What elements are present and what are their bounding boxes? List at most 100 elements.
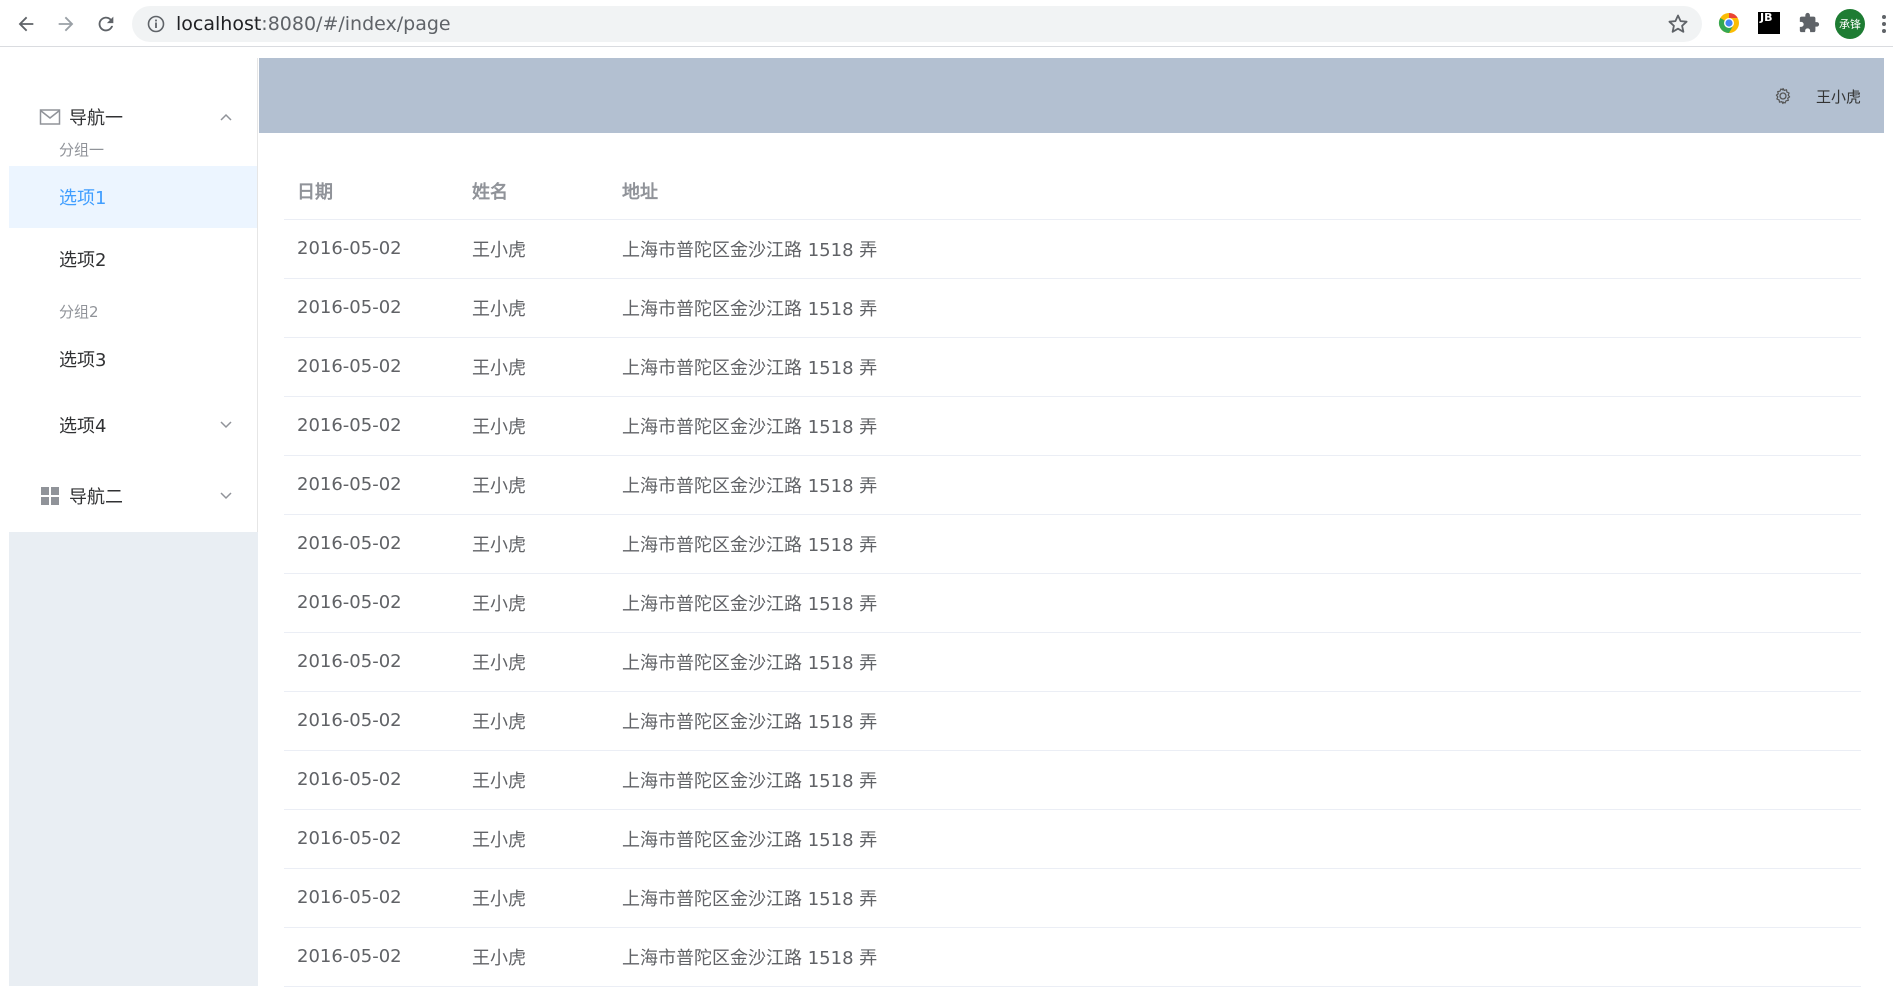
submenu-nav1[interactable]: 导航一 bbox=[9, 82, 257, 152]
submenu-nav2[interactable]: 导航二 bbox=[9, 461, 257, 531]
chevron-down-icon bbox=[220, 421, 232, 429]
menu-item-option1[interactable]: 选项1 bbox=[9, 166, 257, 228]
url-host: localhost bbox=[176, 13, 262, 35]
table-row: 2016-05-02 王小虎 上海市普陀区金沙江路 1518 弄 bbox=[284, 278, 1861, 338]
table-row: 2016-05-02 王小虎 上海市普陀区金沙江路 1518 弄 bbox=[284, 514, 1861, 574]
cell-address: 上海市普陀区金沙江路 1518 弄 bbox=[609, 514, 1861, 574]
cell-address: 上海市普陀区金沙江路 1518 弄 bbox=[609, 455, 1861, 515]
cell-date: 2016-05-02 bbox=[284, 632, 459, 692]
app-header: 王小虎 bbox=[259, 58, 1884, 133]
forward-button[interactable] bbox=[50, 8, 82, 40]
table-row: 2016-05-02 王小虎 上海市普陀区金沙江路 1518 弄 bbox=[284, 455, 1861, 515]
star-icon[interactable] bbox=[1666, 12, 1690, 36]
cell-date: 2016-05-02 bbox=[284, 750, 459, 810]
table-row: 2016-05-02 王小虎 上海市普陀区金沙江路 1518 弄 bbox=[284, 691, 1861, 751]
table-row: 2016-05-02 王小虎 上海市普陀区金沙江路 1518 弄 bbox=[284, 868, 1861, 928]
cell-address: 上海市普陀区金沙江路 1518 弄 bbox=[609, 573, 1861, 633]
chrome-extension-button[interactable] bbox=[1716, 10, 1742, 36]
column-header-date: 日期 bbox=[284, 163, 459, 220]
browser-toolbar: localhost:8080/#/index/page JB 承锋 bbox=[0, 0, 1893, 47]
cell-name: 王小虎 bbox=[459, 396, 609, 456]
more-vert-icon[interactable] bbox=[1880, 12, 1888, 36]
cell-date: 2016-05-02 bbox=[284, 868, 459, 928]
cell-address: 上海市普陀区金沙江路 1518 弄 bbox=[609, 691, 1861, 751]
cell-address: 上海市普陀区金沙江路 1518 弄 bbox=[609, 337, 1861, 397]
profile-avatar[interactable]: 承锋 bbox=[1835, 9, 1865, 39]
reload-icon bbox=[98, 16, 114, 32]
jetbrains-icon: JB bbox=[1758, 12, 1780, 34]
submenu-option4-label: 选项4 bbox=[59, 416, 107, 437]
table-row: 2016-05-02 王小虎 上海市普陀区金沙江路 1518 弄 bbox=[284, 573, 1861, 633]
arrow-right-icon bbox=[58, 16, 74, 32]
chevron-down-icon bbox=[220, 492, 232, 500]
group-title-2: 分组2 bbox=[59, 303, 99, 321]
reload-button[interactable] bbox=[90, 8, 122, 40]
cell-date: 2016-05-02 bbox=[284, 396, 459, 456]
puzzle-icon bbox=[1799, 12, 1820, 33]
cell-name: 王小虎 bbox=[459, 809, 609, 869]
submenu-nav1-label: 导航一 bbox=[69, 108, 123, 129]
chromium-icon bbox=[1718, 12, 1739, 34]
cell-name: 王小虎 bbox=[459, 632, 609, 692]
table-row: 2016-05-02 王小虎 上海市普陀区金沙江路 1518 弄 bbox=[284, 396, 1861, 456]
cell-address: 上海市普陀区金沙江路 1518 弄 bbox=[609, 278, 1861, 338]
cell-date: 2016-05-02 bbox=[284, 219, 459, 279]
url-path: :8080/#/index/page bbox=[261, 13, 451, 35]
table-row: 2016-05-02 王小虎 上海市普陀区金沙江路 1518 弄 bbox=[284, 219, 1861, 279]
cell-name: 王小虎 bbox=[459, 927, 609, 987]
cell-name: 王小虎 bbox=[459, 278, 609, 338]
setting-icon[interactable] bbox=[1773, 86, 1793, 106]
data-table: 日期 姓名 地址 2016-05-02 王小虎 上海市普陀区金沙江路 1518 弄 … bbox=[284, 163, 1861, 987]
cell-date: 2016-05-02 bbox=[284, 455, 459, 515]
menu-item-option3[interactable]: 选项3 bbox=[9, 328, 257, 390]
cell-date: 2016-05-02 bbox=[284, 573, 459, 633]
column-header-address: 地址 bbox=[609, 163, 1861, 220]
sidebar: 导航一 分组一 选项1 选项2 分组2 选项3 选项4 导航二 bbox=[9, 58, 258, 986]
table-row: 2016-05-02 王小虎 上海市普陀区金沙江路 1518 弄 bbox=[284, 750, 1861, 810]
extensions-button[interactable] bbox=[1796, 10, 1822, 36]
cell-date: 2016-05-02 bbox=[284, 691, 459, 751]
cell-address: 上海市普陀区金沙江路 1518 弄 bbox=[609, 927, 1861, 987]
cell-address: 上海市普陀区金沙江路 1518 弄 bbox=[609, 868, 1861, 928]
cell-name: 王小虎 bbox=[459, 868, 609, 928]
url-text: localhost:8080/#/index/page bbox=[176, 13, 451, 35]
cell-name: 王小虎 bbox=[459, 573, 609, 633]
cell-date: 2016-05-02 bbox=[284, 278, 459, 338]
cell-address: 上海市普陀区金沙江路 1518 弄 bbox=[609, 632, 1861, 692]
cell-date: 2016-05-02 bbox=[284, 514, 459, 574]
cell-address: 上海市普陀区金沙江路 1518 弄 bbox=[609, 219, 1861, 279]
cell-name: 王小虎 bbox=[459, 691, 609, 751]
submenu-option4[interactable]: 选项4 bbox=[9, 394, 257, 456]
jetbrains-extension-button[interactable]: JB bbox=[1756, 10, 1782, 36]
cell-name: 王小虎 bbox=[459, 750, 609, 810]
cell-name: 王小虎 bbox=[459, 219, 609, 279]
menu-grid-icon bbox=[41, 487, 59, 505]
address-bar[interactable]: localhost:8080/#/index/page bbox=[132, 6, 1702, 42]
back-button[interactable] bbox=[10, 8, 42, 40]
cell-name: 王小虎 bbox=[459, 337, 609, 397]
cell-date: 2016-05-02 bbox=[284, 809, 459, 869]
menu-item-option3-label: 选项3 bbox=[59, 350, 107, 371]
table-row: 2016-05-02 王小虎 上海市普陀区金沙江路 1518 弄 bbox=[284, 809, 1861, 869]
cell-address: 上海市普陀区金沙江路 1518 弄 bbox=[609, 750, 1861, 810]
cell-address: 上海市普陀区金沙江路 1518 弄 bbox=[609, 809, 1861, 869]
group-title-1: 分组一 bbox=[59, 141, 105, 159]
menu-item-option1-label: 选项1 bbox=[59, 188, 107, 209]
table-row: 2016-05-02 王小虎 上海市普陀区金沙江路 1518 弄 bbox=[284, 927, 1861, 987]
cell-name: 王小虎 bbox=[459, 455, 609, 515]
menu-item-option2[interactable]: 选项2 bbox=[9, 228, 257, 290]
table-header-row: 日期 姓名 地址 bbox=[284, 163, 1861, 220]
cell-date: 2016-05-02 bbox=[284, 927, 459, 987]
menu-item-option2-label: 选项2 bbox=[59, 250, 107, 271]
nav-menu: 导航一 分组一 选项1 选项2 分组2 选项3 选项4 导航二 bbox=[9, 58, 258, 532]
table-row: 2016-05-02 王小虎 上海市普陀区金沙江路 1518 弄 bbox=[284, 632, 1861, 692]
message-icon bbox=[39, 109, 61, 125]
cell-address: 上海市普陀区金沙江路 1518 弄 bbox=[609, 396, 1861, 456]
cell-date: 2016-05-02 bbox=[284, 337, 459, 397]
header-username[interactable]: 王小虎 bbox=[1816, 86, 1861, 107]
info-icon bbox=[147, 15, 165, 33]
column-header-name: 姓名 bbox=[459, 163, 609, 220]
arrow-left-icon bbox=[18, 16, 34, 32]
submenu-nav2-label: 导航二 bbox=[69, 487, 123, 508]
chevron-up-icon bbox=[220, 113, 232, 121]
